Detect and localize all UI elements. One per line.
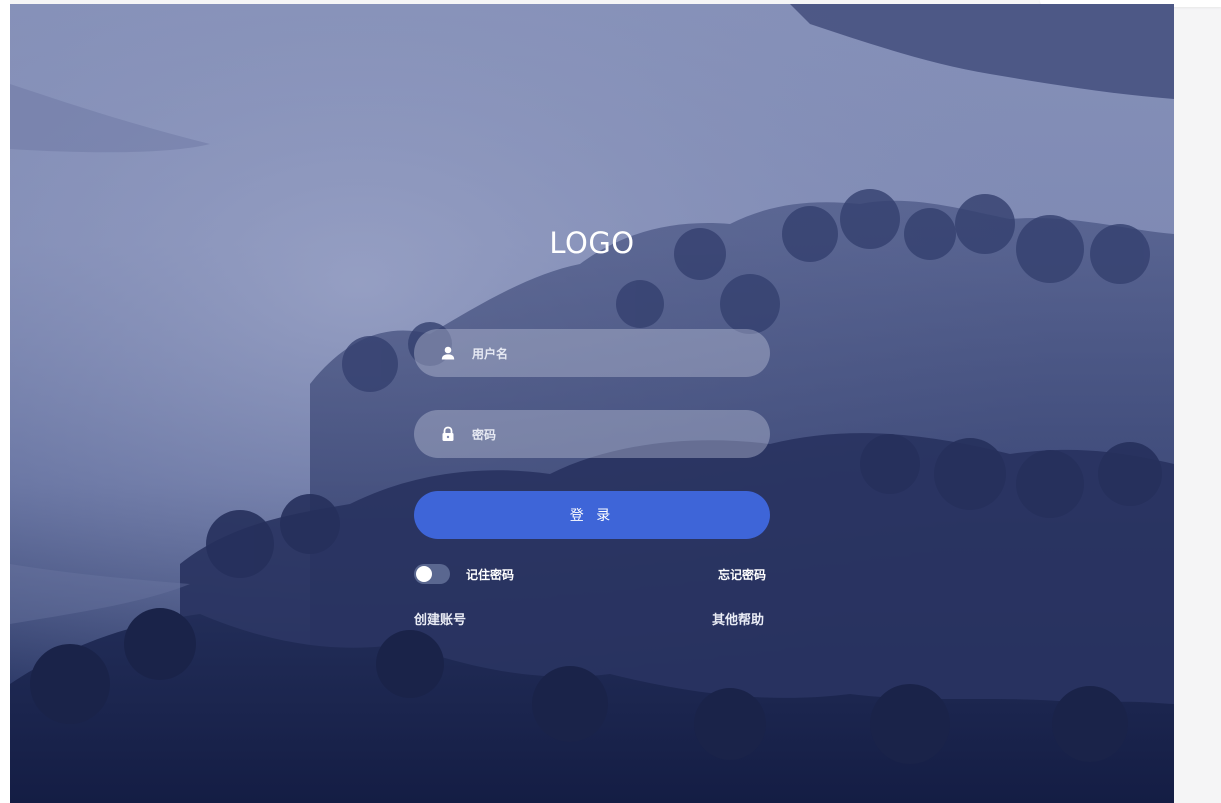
misty-forest-background	[10, 4, 1174, 803]
toggle-knob	[416, 566, 432, 582]
other-help-link[interactable]: 其他帮助	[712, 609, 764, 628]
logo: LOGO	[549, 226, 635, 260]
left-margin	[0, 0, 10, 803]
remember-password-label: 记住密码	[466, 568, 515, 582]
login-button[interactable]: 登 录	[414, 491, 770, 539]
forgot-password-link[interactable]: 忘记密码	[718, 566, 766, 583]
username-field[interactable]	[414, 329, 770, 379]
user-icon	[441, 346, 455, 360]
password-input[interactable]	[470, 410, 754, 460]
create-account-link[interactable]: 创建账号	[414, 609, 466, 628]
password-field[interactable]	[414, 410, 770, 460]
lock-icon	[442, 426, 454, 441]
username-input[interactable]	[470, 329, 754, 379]
remember-password-toggle[interactable]	[414, 564, 450, 584]
background-hero: LOGO 登 录 记住密码 忘记密码 创建账号 其他帮助	[10, 4, 1174, 803]
login-page: LOGO 登 录 记住密码 忘记密码 创建账号 其他帮助	[0, 0, 1221, 803]
